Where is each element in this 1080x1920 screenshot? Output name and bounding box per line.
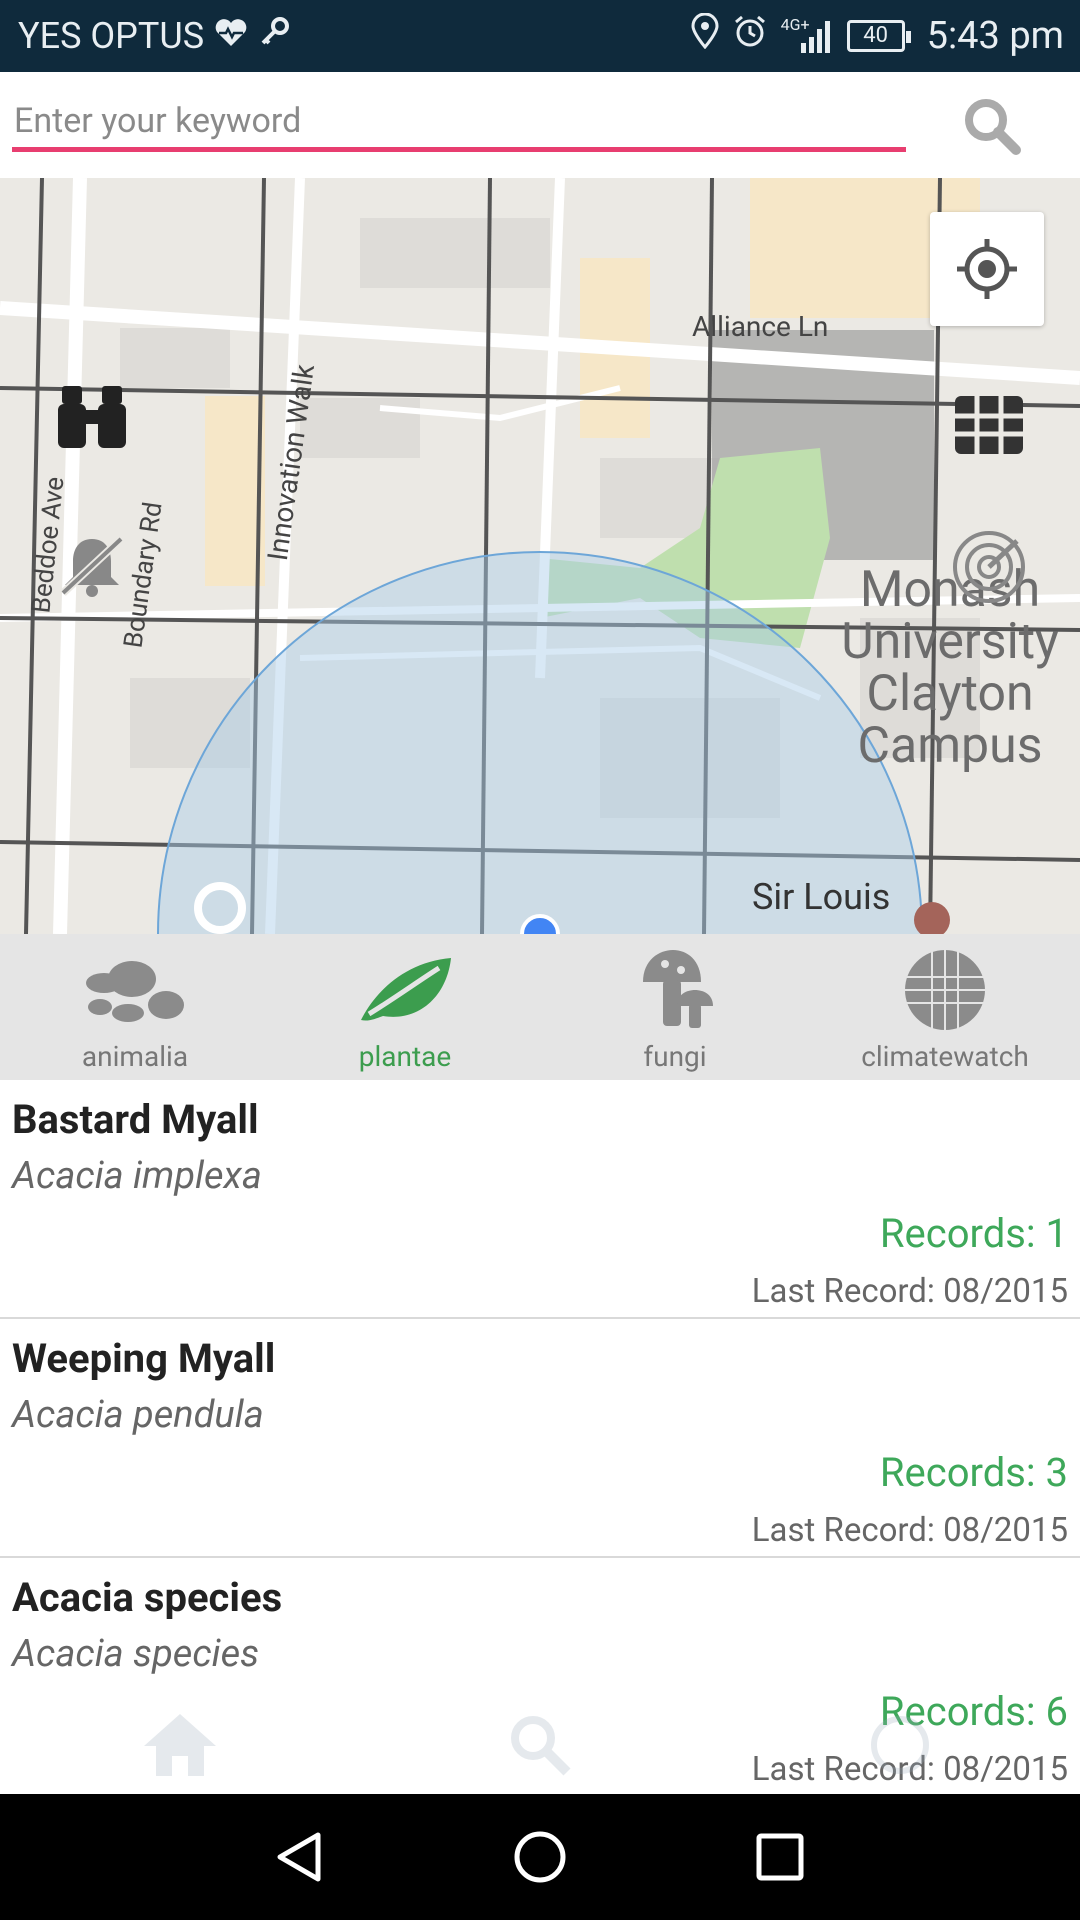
- category-climatewatch[interactable]: climatewatch: [810, 934, 1080, 1080]
- binoculars-icon: [58, 386, 126, 448]
- mushroom-icon: [635, 948, 715, 1032]
- location-icon: [691, 12, 719, 59]
- map-view[interactable]: Alliance Ln Innovation Walk Beddoe Ave B…: [0, 178, 1080, 934]
- carrier-name: YES OPTUS: [18, 15, 205, 57]
- category-label: fungi: [643, 1040, 707, 1073]
- map-label-alliance-ln: Alliance Ln: [692, 310, 829, 343]
- monash-line-3: Clayton: [866, 665, 1034, 723]
- back-triangle-icon: [277, 1832, 321, 1882]
- home-button[interactable]: [495, 1812, 585, 1902]
- species-common-name: Acacia species: [12, 1574, 283, 1621]
- system-nav-bar: [0, 1794, 1080, 1920]
- species-common-name: Weeping Myall: [12, 1335, 276, 1382]
- map-background: [0, 178, 1080, 934]
- back-button[interactable]: [255, 1812, 345, 1902]
- records-count: Records: 3: [879, 1449, 1068, 1496]
- tab-home[interactable]: [120, 1696, 240, 1794]
- tab-profile[interactable]: [840, 1696, 960, 1794]
- radar-icon: [953, 531, 1025, 603]
- battery-icon: 40: [846, 20, 911, 52]
- species-common-name: Bastard Myall: [12, 1096, 259, 1143]
- search-icon: [511, 1716, 571, 1776]
- binoculars-button[interactable]: [50, 374, 134, 458]
- list-item[interactable]: Weeping Myall Acacia pendula Records: 3 …: [0, 1319, 1080, 1558]
- category-label: animalia: [81, 1040, 189, 1073]
- radar-button[interactable]: [944, 522, 1034, 612]
- species-list: Bastard Myall Acacia implexa Records: 1 …: [0, 1080, 1080, 1794]
- home-icon: [144, 1714, 216, 1776]
- category-label: plantae: [358, 1040, 452, 1073]
- status-right: 4G+ 40 5:43 pm: [691, 0, 1064, 72]
- species-scientific-name: Acacia implexa: [12, 1154, 262, 1198]
- app-tab-bar: [0, 1696, 1080, 1794]
- paw-icon: [80, 948, 190, 1032]
- clock: 5:43 pm: [926, 14, 1064, 58]
- search-bar: [0, 72, 1080, 178]
- network-type: 4G+: [780, 15, 810, 34]
- list-item[interactable]: Bastard Myall Acacia implexa Records: 1 …: [0, 1080, 1080, 1319]
- mute-notifications-button[interactable]: [50, 524, 134, 608]
- heart-pulse-icon: [214, 15, 248, 57]
- category-plantae[interactable]: plantae: [270, 934, 540, 1080]
- app-screen: YES OPTUS 4G+ 40 5:43 pm Enter your keyw…: [0, 0, 1080, 1920]
- map-label-sir-louis: Sir Louis: [752, 876, 891, 918]
- status-left: YES OPTUS: [18, 0, 290, 72]
- search-icon: [965, 99, 1021, 155]
- home-circle-icon: [514, 1831, 566, 1883]
- species-scientific-name: Acacia species: [12, 1632, 260, 1676]
- leaf-icon: [355, 948, 455, 1032]
- category-label: climatewatch: [861, 1040, 1029, 1073]
- category-bar: animalia plantae fungi climatewatch: [0, 934, 1080, 1080]
- grid-icon: [955, 396, 1023, 454]
- recents-square-icon: [756, 1833, 804, 1881]
- monash-line-4: Campus: [857, 717, 1043, 775]
- user-icon: [871, 1716, 929, 1774]
- globe-icon: [902, 948, 988, 1032]
- bell-off-icon: [60, 536, 124, 597]
- search-input[interactable]: [12, 94, 906, 152]
- last-record-date: Last Record: 08/2015: [751, 1272, 1068, 1311]
- monash-line-2: University: [841, 613, 1059, 671]
- alarm-icon: [733, 14, 767, 58]
- signal-icon: 4G+: [781, 15, 833, 53]
- category-fungi[interactable]: fungi: [540, 934, 810, 1080]
- recents-button[interactable]: [735, 1812, 825, 1902]
- tab-search[interactable]: [480, 1696, 600, 1794]
- category-animalia[interactable]: animalia: [0, 934, 270, 1080]
- species-scientific-name: Acacia pendula: [12, 1393, 264, 1437]
- last-record-date: Last Record: 08/2015: [751, 1511, 1068, 1550]
- status-bar: YES OPTUS 4G+ 40 5:43 pm: [0, 0, 1080, 72]
- search-button[interactable]: [956, 90, 1028, 162]
- crosshair-icon: [957, 239, 1017, 299]
- grid-toggle-button[interactable]: [944, 380, 1034, 470]
- records-count: Records: 1: [879, 1210, 1068, 1257]
- key-icon: [258, 15, 290, 57]
- locate-button[interactable]: [930, 212, 1044, 326]
